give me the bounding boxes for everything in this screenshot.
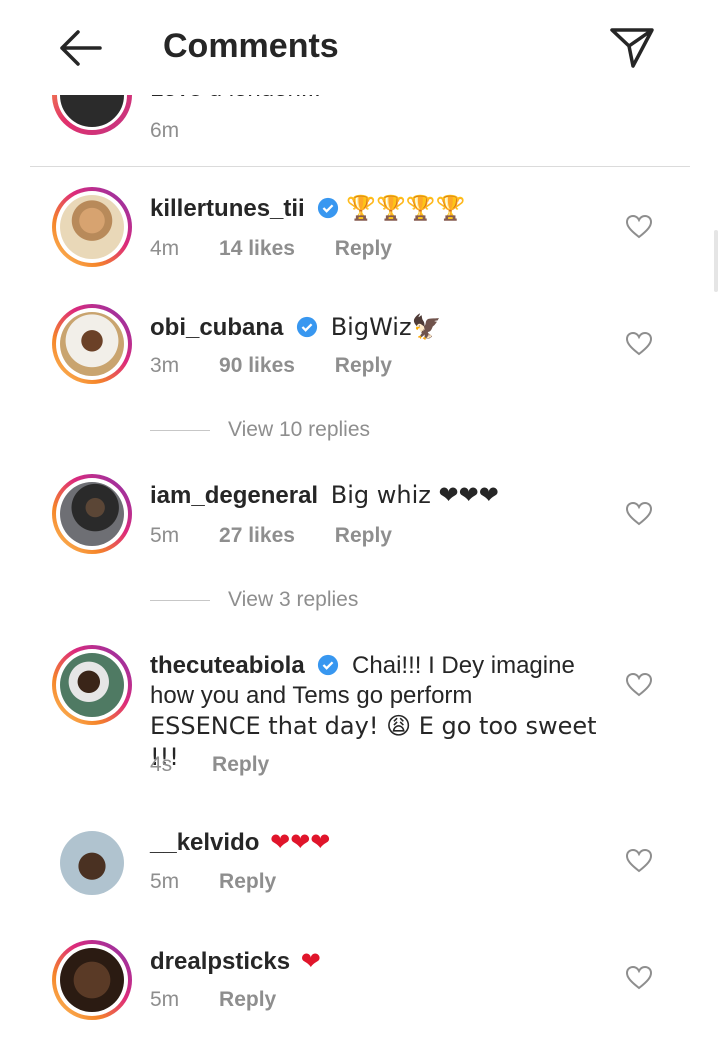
likes-count[interactable]: 90 likes [219, 354, 295, 377]
avatar[interactable] [52, 474, 132, 554]
comment-time: 6m [150, 119, 180, 142]
like-heart-icon[interactable] [626, 673, 652, 697]
scrollbar[interactable] [714, 230, 718, 292]
username[interactable]: iam_degeneral [150, 482, 318, 509]
view-replies-link[interactable]: View 3 replies [150, 588, 358, 612]
view-replies-label: View 10 replies [228, 418, 371, 441]
avatar[interactable] [52, 823, 132, 903]
comment-time: 5m [150, 988, 180, 1011]
back-arrow-icon[interactable] [58, 28, 104, 68]
divider [30, 166, 690, 167]
like-heart-icon[interactable] [626, 215, 652, 239]
header-bar: Comments [0, 0, 720, 95]
username[interactable]: __kelvido [150, 829, 259, 856]
page-title: Comments [163, 27, 339, 65]
username[interactable]: obi_cubana [150, 314, 283, 341]
username[interactable]: drealpsticks [150, 948, 290, 975]
like-heart-icon[interactable] [626, 502, 652, 526]
comment-text: ❤ [300, 947, 321, 975]
reply-button[interactable]: Reply [335, 354, 392, 377]
comment-time: 4s [150, 753, 173, 776]
avatar[interactable] [52, 940, 132, 1020]
comment-text: 🏆🏆🏆🏆 [346, 194, 466, 222]
view-replies-link[interactable]: View 10 replies [150, 418, 370, 442]
comment-text-line2: how you and Tems go perform [150, 682, 473, 709]
comment-text-line1: Chai!!! I Dey imagine [352, 652, 575, 679]
likes-count[interactable]: 27 likes [219, 524, 295, 547]
comment-text: Big whiz ❤❤❤ [330, 481, 499, 509]
reply-button[interactable]: Reply [219, 870, 276, 893]
verified-badge-icon [296, 316, 318, 338]
comment-text: BigWiz🦅 [330, 313, 442, 341]
previous-comment: Love u london... 6m [0, 95, 720, 165]
avatar[interactable] [52, 95, 132, 135]
reply-button[interactable]: Reply [335, 237, 392, 260]
comment-time: 3m [150, 354, 180, 377]
like-heart-icon[interactable] [626, 332, 652, 356]
view-replies-label: View 3 replies [228, 588, 359, 611]
like-heart-icon[interactable] [626, 849, 652, 873]
comment-time: 5m [150, 870, 180, 893]
avatar[interactable] [52, 304, 132, 384]
comment-time: 4m [150, 237, 180, 260]
verified-badge-icon [318, 197, 339, 219]
comment-text: Love u london... [150, 95, 321, 103]
reply-button[interactable]: Reply [212, 753, 269, 776]
reply-button[interactable]: Reply [219, 988, 276, 1011]
username[interactable]: thecuteabiola [150, 652, 305, 679]
send-icon[interactable] [609, 26, 655, 70]
verified-badge-icon [318, 654, 339, 676]
comment-text: ❤❤❤ [270, 828, 331, 856]
username[interactable]: killertunes_tii [150, 195, 305, 222]
avatar[interactable] [52, 645, 132, 725]
like-heart-icon[interactable] [626, 966, 652, 990]
comment-time: 5m [150, 524, 180, 547]
reply-button[interactable]: Reply [335, 524, 392, 547]
avatar[interactable] [52, 187, 132, 267]
likes-count[interactable]: 14 likes [219, 237, 295, 260]
